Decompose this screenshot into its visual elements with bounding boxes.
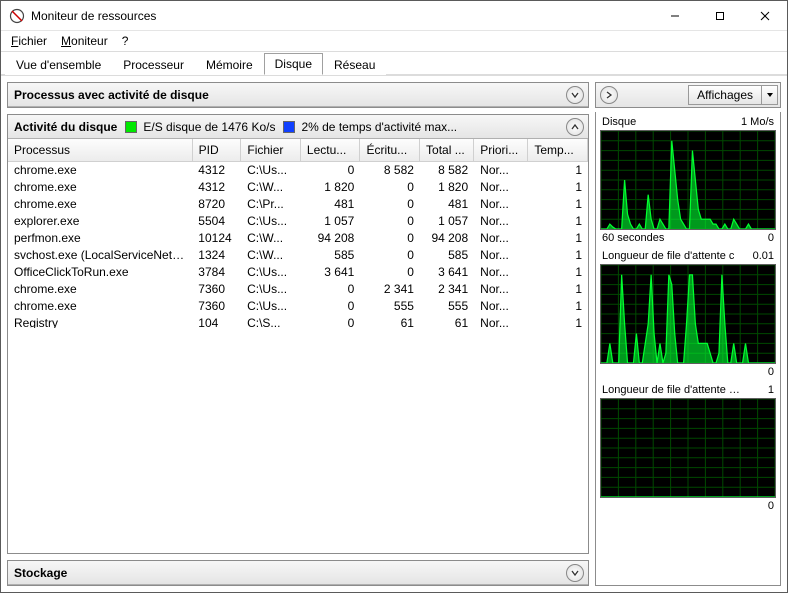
graph-scale: 1 Mo/s bbox=[741, 116, 774, 128]
stat-active: 2% de temps d'activité max... bbox=[301, 120, 457, 134]
maximize-button[interactable] bbox=[697, 1, 742, 30]
chevron-up-icon[interactable] bbox=[566, 118, 584, 136]
section-title: Stockage bbox=[14, 566, 67, 580]
table-row[interactable]: Registry104C:\S...06161Nor...1 bbox=[8, 315, 588, 328]
tabstrip: Vue d'ensemble Processeur Mémoire Disque… bbox=[1, 51, 787, 75]
col-pid[interactable]: PID bbox=[192, 139, 241, 161]
menubar: Fichier Moniteur ? bbox=[1, 31, 787, 51]
graph-disk: Disque 1 Mo/s 60 secondes 0 bbox=[600, 116, 776, 244]
graph-scale: 1 bbox=[768, 384, 774, 396]
main-area: Processus avec activité de disque Activi… bbox=[1, 75, 787, 592]
graph-queue-d: Longueur de file d'attente d... 1 0 bbox=[600, 384, 776, 512]
table-header: Processus PID Fichier Lectu... Écritu...… bbox=[8, 139, 588, 161]
col-file[interactable]: Fichier bbox=[241, 139, 301, 161]
legend-blue-icon bbox=[283, 121, 295, 133]
graph-scale: 0.01 bbox=[753, 250, 774, 262]
graph-footer-right: 0 bbox=[768, 500, 774, 512]
chevron-down-icon[interactable] bbox=[566, 86, 584, 104]
views-button[interactable]: Affichages bbox=[688, 85, 778, 105]
graph-queue-c: Longueur de file d'attente c 0.01 0 bbox=[600, 250, 776, 378]
activity-body: Processus PID Fichier Lectu... Écritu...… bbox=[8, 139, 588, 553]
graph-canvas bbox=[600, 130, 776, 230]
col-total[interactable]: Total ... bbox=[420, 139, 474, 161]
activity-table: Processus PID Fichier Lectu... Écritu...… bbox=[8, 139, 588, 162]
tab-disk[interactable]: Disque bbox=[264, 53, 323, 75]
views-header: Affichages bbox=[595, 82, 781, 108]
graph-title: Disque bbox=[602, 116, 636, 128]
col-resp[interactable]: Temp... bbox=[528, 139, 588, 161]
chevron-right-icon[interactable] bbox=[600, 86, 618, 104]
graph-footer-right: 0 bbox=[768, 366, 774, 378]
titlebar: Moniteur de ressources bbox=[1, 1, 787, 31]
menu-monitor[interactable]: Moniteur bbox=[55, 32, 114, 50]
panel-storage-header[interactable]: Stockage bbox=[8, 561, 588, 585]
graphs-container[interactable]: Disque 1 Mo/s 60 secondes 0 Longueur de … bbox=[595, 112, 781, 586]
graph-footer-left: 60 secondes bbox=[602, 232, 664, 244]
panel-processes-header[interactable]: Processus avec activité de disque bbox=[8, 83, 588, 107]
table-row[interactable]: chrome.exe4312C:\Us...08 5828 582Nor...1 bbox=[8, 162, 588, 179]
table-row[interactable]: chrome.exe8720C:\Pr...4810481Nor...1 bbox=[8, 196, 588, 213]
window-title: Moniteur de ressources bbox=[31, 9, 652, 23]
graph-title: Longueur de file d'attente c bbox=[602, 250, 734, 262]
section-title: Activité du disque bbox=[14, 120, 117, 134]
col-image[interactable]: Processus bbox=[8, 139, 192, 161]
graph-footer-right: 0 bbox=[768, 232, 774, 244]
table-row[interactable]: chrome.exe7360C:\Us...0555555Nor...1 bbox=[8, 298, 588, 315]
legend-green-icon bbox=[125, 121, 137, 133]
menu-help[interactable]: ? bbox=[116, 32, 135, 50]
graph-title: Longueur de file d'attente d... bbox=[602, 384, 742, 396]
table-row[interactable]: chrome.exe4312C:\W...1 82001 820Nor...1 bbox=[8, 179, 588, 196]
close-button[interactable] bbox=[742, 1, 787, 30]
graph-canvas bbox=[600, 398, 776, 498]
views-label: Affichages bbox=[689, 88, 761, 102]
menu-file[interactable]: Fichier bbox=[5, 32, 53, 50]
tab-memory[interactable]: Mémoire bbox=[195, 54, 264, 75]
panel-activity-header[interactable]: Activité du disque E/S disque de 1476 Ko… bbox=[8, 115, 588, 139]
table-scroll[interactable]: chrome.exe4312C:\Us...08 5828 582Nor...1… bbox=[8, 162, 588, 328]
app-icon bbox=[9, 8, 25, 24]
right-pane: Affichages Disque 1 Mo/s bbox=[595, 76, 787, 592]
panel-storage: Stockage bbox=[7, 560, 589, 586]
tab-network[interactable]: Réseau bbox=[323, 54, 386, 75]
left-pane: Processus avec activité de disque Activi… bbox=[1, 76, 589, 592]
graph-canvas bbox=[600, 264, 776, 364]
dropdown-arrow-icon[interactable] bbox=[761, 86, 777, 104]
resource-monitor-window: Moniteur de ressources Fichier Moniteur … bbox=[0, 0, 788, 593]
col-write[interactable]: Écritu... bbox=[360, 139, 420, 161]
tab-overview[interactable]: Vue d'ensemble bbox=[5, 54, 112, 75]
panel-disk-activity: Activité du disque E/S disque de 1476 Ko… bbox=[7, 114, 589, 554]
minimize-button[interactable] bbox=[652, 1, 697, 30]
stat-io: E/S disque de 1476 Ko/s bbox=[143, 120, 275, 134]
chevron-down-icon[interactable] bbox=[566, 564, 584, 582]
table-row[interactable]: OfficeClickToRun.exe3784C:\Us...3 64103 … bbox=[8, 264, 588, 281]
col-read[interactable]: Lectu... bbox=[300, 139, 360, 161]
table-row[interactable]: svchost.exe (LocalServiceNetw...1324C:\W… bbox=[8, 247, 588, 264]
col-priority[interactable]: Priori... bbox=[474, 139, 528, 161]
table-row[interactable]: explorer.exe5504C:\Us...1 05701 057Nor..… bbox=[8, 213, 588, 230]
tab-cpu[interactable]: Processeur bbox=[112, 54, 195, 75]
section-title: Processus avec activité de disque bbox=[14, 88, 209, 102]
table-row[interactable]: chrome.exe7360C:\Us...02 3412 341Nor...1 bbox=[8, 281, 588, 298]
table-row[interactable]: perfmon.exe10124C:\W...94 208094 208Nor.… bbox=[8, 230, 588, 247]
panel-processes: Processus avec activité de disque bbox=[7, 82, 589, 108]
